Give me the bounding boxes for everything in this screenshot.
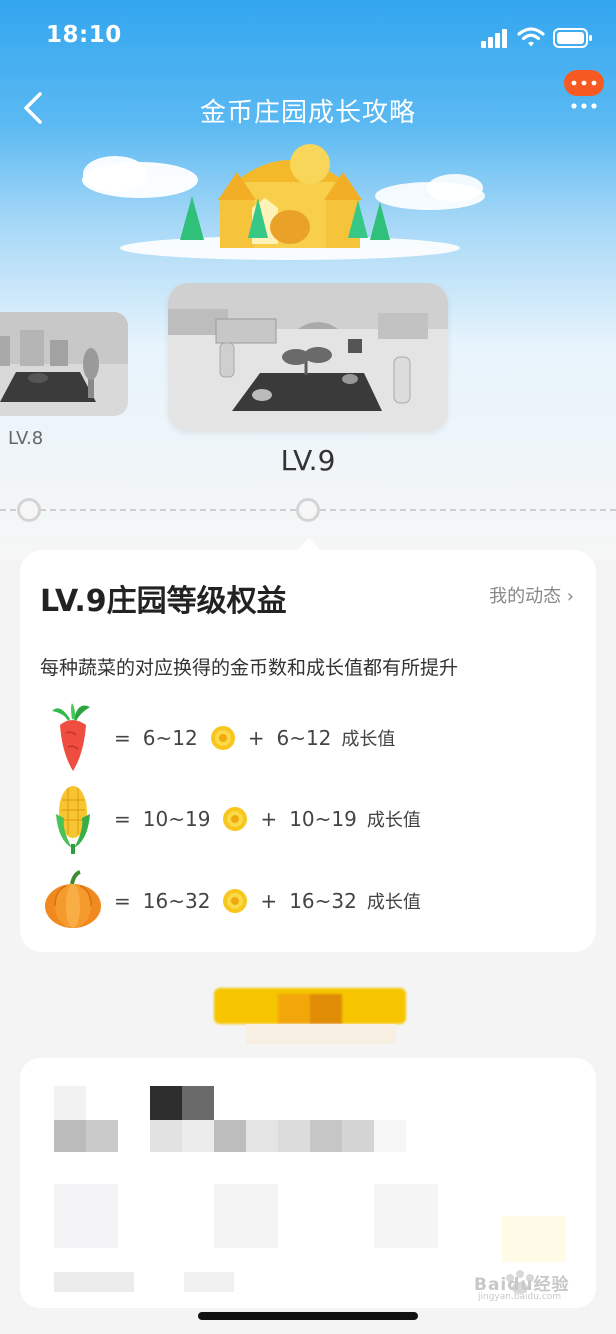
- signal-icon: [481, 29, 507, 48]
- pixel-block: [182, 1120, 214, 1152]
- pixel-block: [182, 1086, 214, 1120]
- status-bar: 18:10: [0, 0, 616, 76]
- more-menu-button[interactable]: [560, 70, 606, 116]
- growth-range: 16~32: [289, 889, 357, 913]
- gold-coin-icon: [223, 807, 248, 831]
- lv8-farm-image: [0, 312, 128, 416]
- status-time: 18:10: [46, 22, 122, 48]
- corn-icon: [56, 786, 90, 854]
- pixel-block: [342, 1120, 374, 1152]
- castle-illustration: [82, 144, 485, 260]
- pixel-block: [54, 1184, 118, 1248]
- my-activity-link[interactable]: 我的动态 ›: [489, 582, 574, 608]
- plus-sign: +: [260, 889, 278, 913]
- reward-formula-corn: = 10~19 + 10~19 成长值: [114, 806, 421, 832]
- pixel-block: [54, 1272, 134, 1292]
- nav-bar: 金币庄园成长攻略: [0, 70, 616, 140]
- pixel-block: [184, 1272, 234, 1292]
- coin-range: 6~12: [142, 726, 198, 750]
- coin-range: 16~32: [142, 889, 211, 913]
- pixel-block: [278, 1120, 310, 1152]
- reward-formula-pumpkin: = 16~32 + 16~32 成长值: [114, 888, 421, 914]
- page-title: 金币庄园成长攻略: [199, 98, 416, 128]
- gold-coin-icon: [223, 889, 248, 913]
- benefit-card: LV.9庄园等级权益 我的动态 › 每种蔬菜的对应换得的金币数和成长值都有所提升…: [20, 550, 596, 952]
- growth-range: 6~12: [276, 726, 332, 750]
- lv9-farm-image: [168, 283, 448, 431]
- equals-sign: =: [114, 726, 131, 750]
- equals-sign: =: [114, 807, 131, 831]
- growth-label: 成长值: [366, 810, 421, 831]
- pumpkin-icon: [45, 870, 101, 928]
- growth-range: 10~19: [289, 807, 357, 831]
- equals-sign: =: [114, 889, 131, 913]
- pixel-block: [374, 1120, 406, 1152]
- pixel-block: [150, 1086, 182, 1120]
- carrot-icon: [52, 703, 90, 771]
- battery-icon: [553, 28, 592, 48]
- pixel-block: [502, 1216, 566, 1262]
- level-label-lv9: LV.9: [280, 444, 336, 477]
- pixelated-action-button[interactable]: [214, 988, 406, 1024]
- pixel-block: [54, 1120, 86, 1152]
- pixel-block: [54, 1086, 86, 1120]
- wifi-icon: [517, 27, 545, 47]
- gold-coin-icon: [210, 726, 235, 750]
- reward-row-corn: = 10~19 + 10~19 成长值: [42, 784, 582, 854]
- growth-label: 成长值: [366, 892, 421, 913]
- level-card-lv8[interactable]: [0, 312, 128, 416]
- pixel-block: [310, 994, 342, 1024]
- pixel-block: [150, 1120, 182, 1152]
- home-indicator[interactable]: [198, 1312, 418, 1320]
- pixel-block: [310, 1120, 342, 1152]
- button-shadow: [246, 1024, 396, 1044]
- pixel-block: [246, 1120, 278, 1152]
- timeline-dot-lv8[interactable]: [17, 498, 41, 522]
- reward-row-carrot: = 6~12 + 6~12 成长值: [42, 703, 582, 773]
- benefit-description: 每种蔬菜的对应换得的金币数和成长值都有所提升: [40, 657, 459, 679]
- plus-sign: +: [247, 726, 265, 750]
- reward-row-pumpkin: = 16~32 + 16~32 成长值: [42, 866, 582, 936]
- pixel-block: [214, 1120, 246, 1152]
- pixel-block: [278, 994, 310, 1024]
- more-dots-icon: [571, 80, 597, 109]
- reward-formula-carrot: = 6~12 + 6~12 成长值: [114, 725, 395, 751]
- pixel-block: [86, 1120, 118, 1152]
- benefit-title: LV.9庄园等级权益: [40, 584, 287, 619]
- watermark-url: jingyan.baidu.com: [478, 1292, 562, 1302]
- plus-sign: +: [260, 807, 278, 831]
- growth-label: 成长值: [341, 729, 396, 750]
- pixel-block: [374, 1184, 438, 1248]
- level-card-lv9[interactable]: [168, 283, 448, 431]
- timeline-dot-lv9[interactable]: [296, 498, 320, 522]
- coin-range: 10~19: [142, 807, 211, 831]
- pixel-block: [214, 1184, 278, 1248]
